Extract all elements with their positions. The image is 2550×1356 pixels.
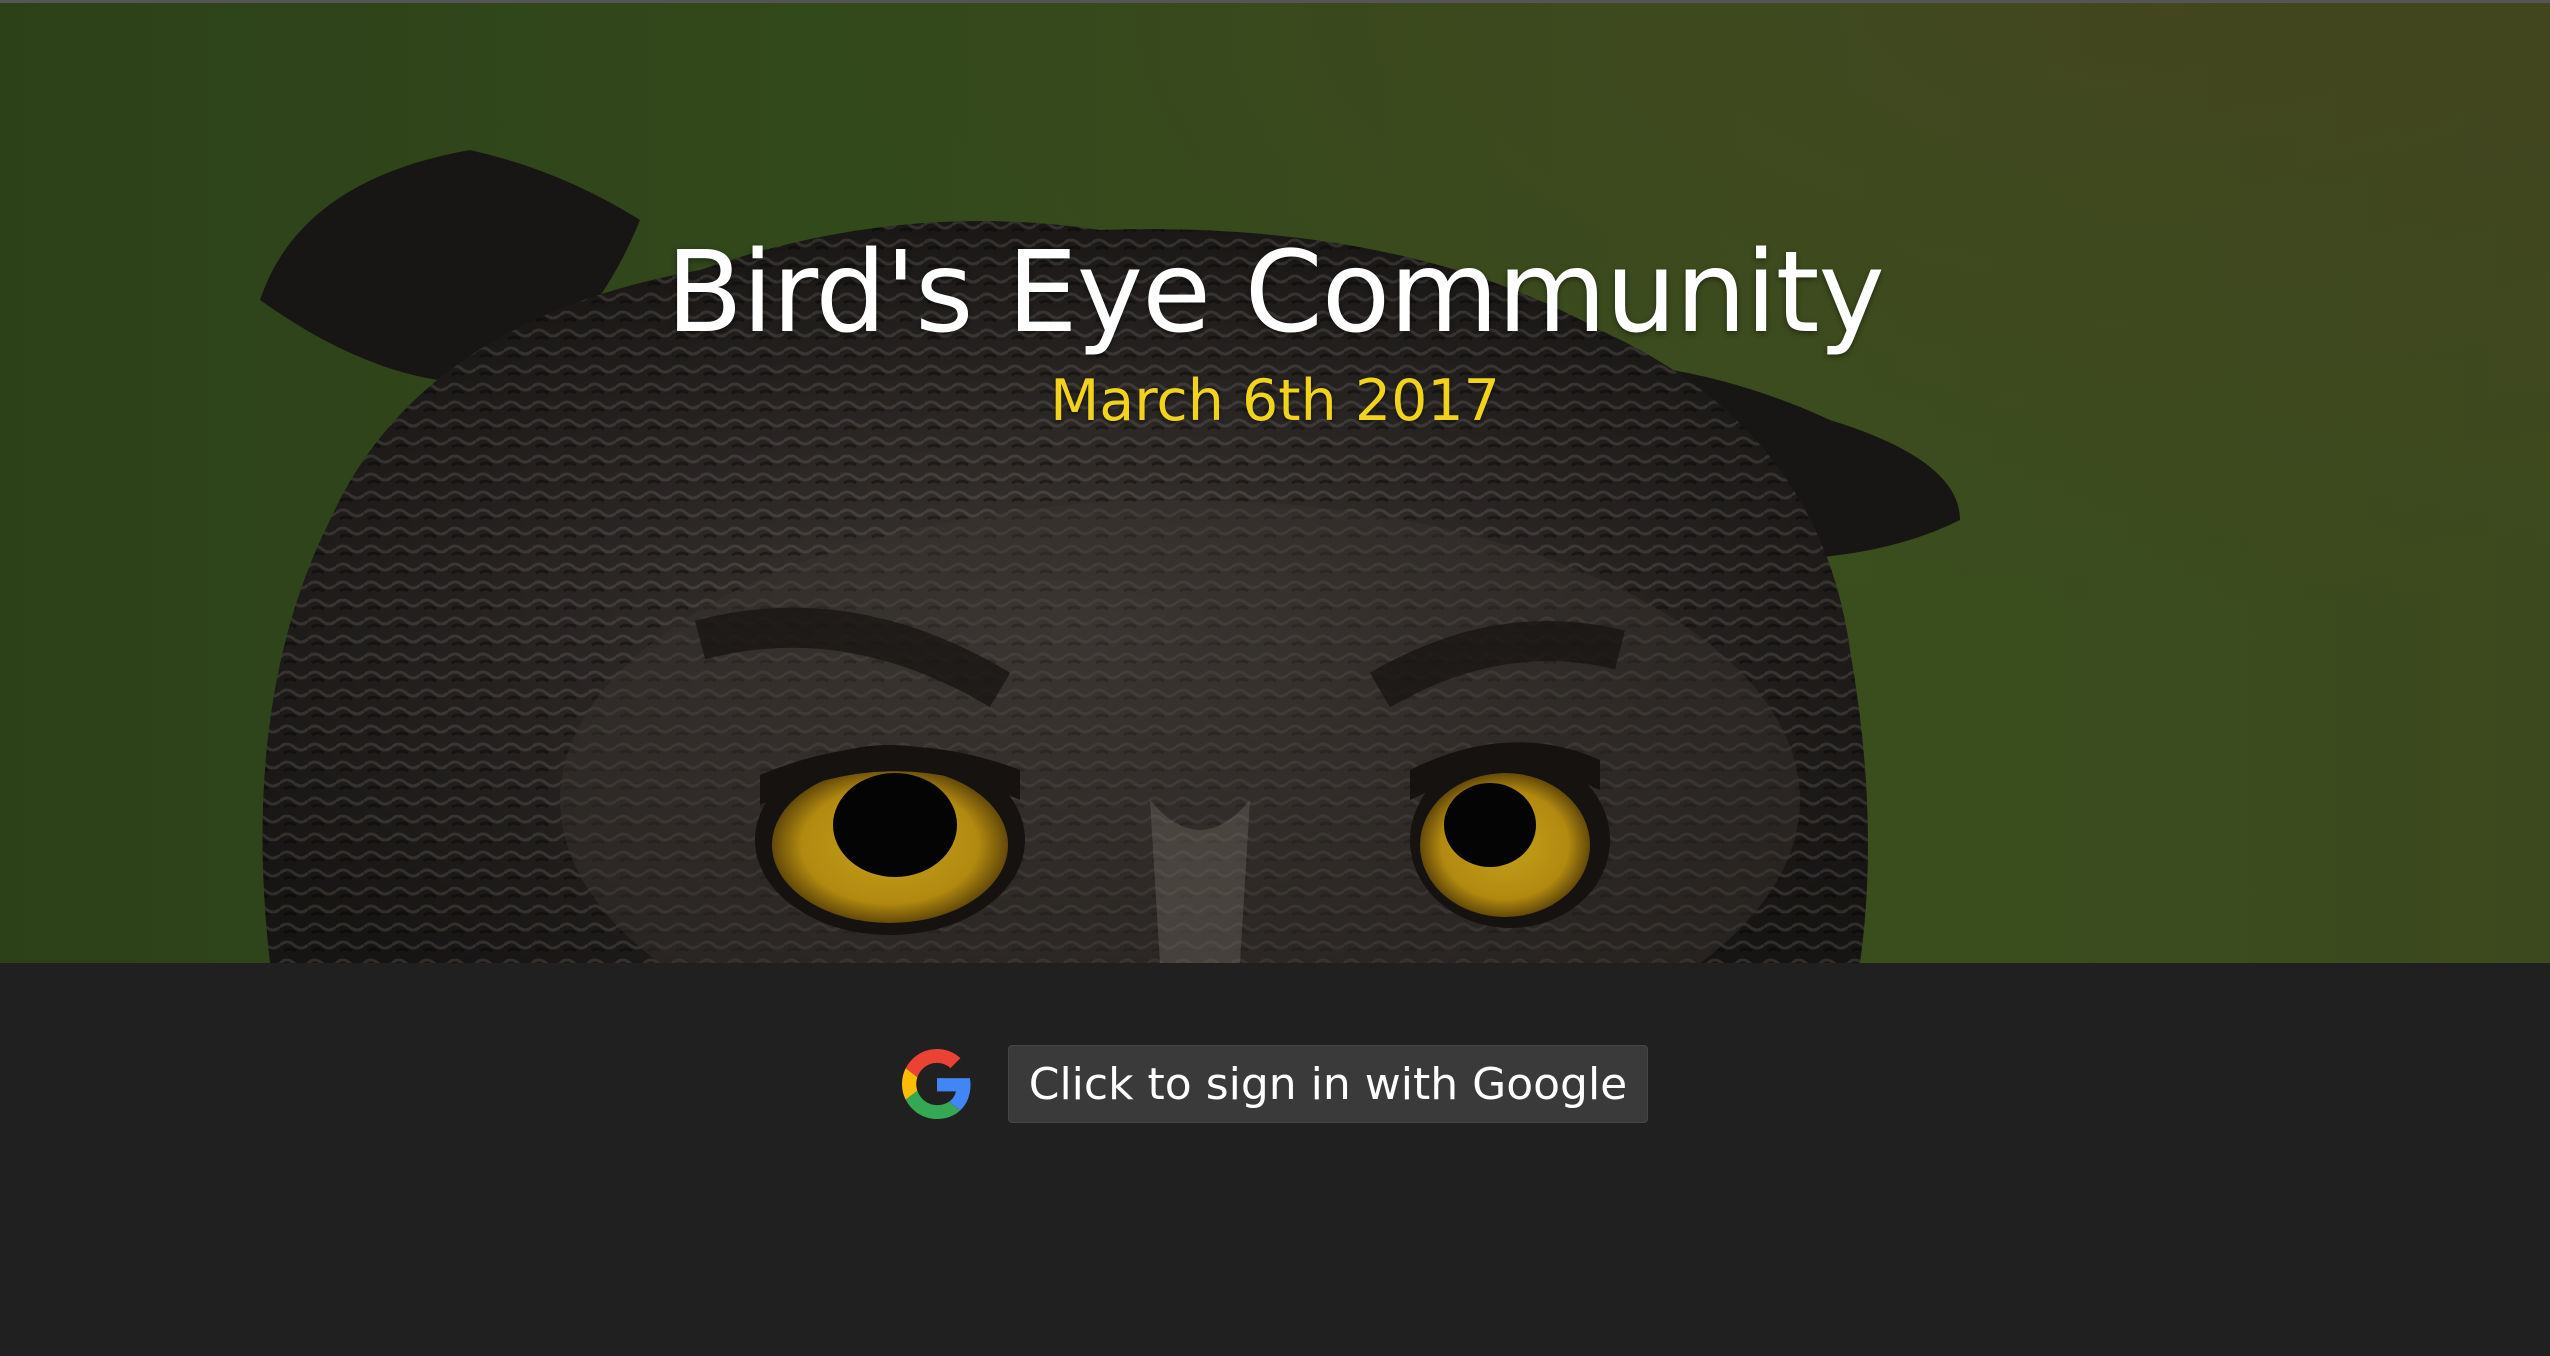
- hero-banner: Bird's Eye Community March 6th 2017: [0, 0, 2550, 963]
- page-title: Bird's Eye Community: [666, 228, 1885, 358]
- google-signin-button[interactable]: Click to sign in with Google: [1007, 1045, 1649, 1123]
- hero-dim-overlay: [0, 0, 2550, 963]
- page: Bird's Eye Community March 6th 2017 Clic…: [0, 0, 2550, 1356]
- event-date: March 6th 2017: [1050, 368, 1500, 434]
- top-border: [0, 0, 2550, 3]
- google-icon[interactable]: [901, 1049, 972, 1119]
- signin-row: Click to sign in with Google: [0, 1045, 2550, 1123]
